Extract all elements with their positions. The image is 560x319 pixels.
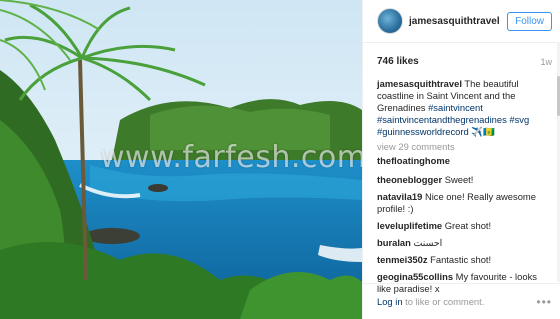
caption-author[interactable]: jamesasquithtravel <box>377 78 462 89</box>
comment-user[interactable]: theonebIogger <box>377 174 442 185</box>
follow-button[interactable]: Follow <box>507 11 552 31</box>
comment-item: natavila19 Nice one! Really awesome prof… <box>363 186 560 215</box>
comment-user[interactable]: leveluplifetime <box>377 220 442 231</box>
post-age[interactable]: 1w <box>540 57 552 67</box>
comment-user[interactable]: thefloatinghome <box>377 155 450 166</box>
avatar[interactable] <box>377 8 403 34</box>
post-photo[interactable]: www.farfesh.com <box>0 0 362 319</box>
post-sidebar: jamesasquithtravel Follow 746 likes 1w j… <box>362 0 560 319</box>
hashtag-saintvincent[interactable]: #saintvincent <box>428 102 483 113</box>
view-all-comments-link[interactable]: view 29 comments <box>363 138 560 153</box>
comment-user[interactable]: geogina55collins <box>377 271 453 282</box>
post-footer: Log in to like or comment. ••• <box>363 283 560 319</box>
hashtag-svg[interactable]: #svg <box>509 114 529 125</box>
comment-text: Sweet! <box>444 174 474 185</box>
login-link[interactable]: Log in <box>377 296 403 307</box>
comment-partial: thefloatinghome <box>363 153 560 167</box>
post-header: jamesasquithtravel Follow <box>363 0 560 43</box>
comment-item: tenmei350z Fantastic shot! <box>363 249 560 266</box>
comment-text: Great shot! <box>444 220 492 231</box>
login-prompt-text: to like or comment. <box>405 296 485 307</box>
comment-text: Fantastic shot! <box>430 254 492 265</box>
comment-item: buralan احسنت <box>363 232 560 249</box>
caption-emoji: ✈️🇻🇨 <box>471 126 495 137</box>
comment-item: leveluplifetime Great shot! <box>363 215 560 232</box>
hashtag-saintvincentandthegrenadines[interactable]: #saintvincentandthegrenadines <box>377 114 507 125</box>
username-link[interactable]: jamesasquithtravel <box>409 16 507 27</box>
comment-user[interactable]: natavila19 <box>377 191 422 202</box>
stats-row: 746 likes 1w <box>363 43 560 67</box>
comment-user[interactable]: tenmei350z <box>377 254 428 265</box>
instagram-post: www.farfesh.com jamesasquithtravel Follo… <box>0 0 560 319</box>
caption: jamesasquithtravel The beautiful coastli… <box>363 67 560 138</box>
watermark-text: www.farfesh.com <box>100 140 362 175</box>
comment-text: احسنت <box>413 237 443 248</box>
comment-list: theonebIogger Sweet! natavila19 Nice one… <box>363 167 560 295</box>
comment-user[interactable]: buralan <box>377 237 411 248</box>
login-prompt: Log in to like or comment. <box>377 296 484 307</box>
comment-item: theonebIogger Sweet! <box>363 169 560 186</box>
more-options-icon[interactable]: ••• <box>536 295 552 309</box>
hashtag-guinnessworldrecord[interactable]: #guinnessworldrecord <box>377 126 469 137</box>
likes-count[interactable]: 746 likes <box>377 56 419 67</box>
